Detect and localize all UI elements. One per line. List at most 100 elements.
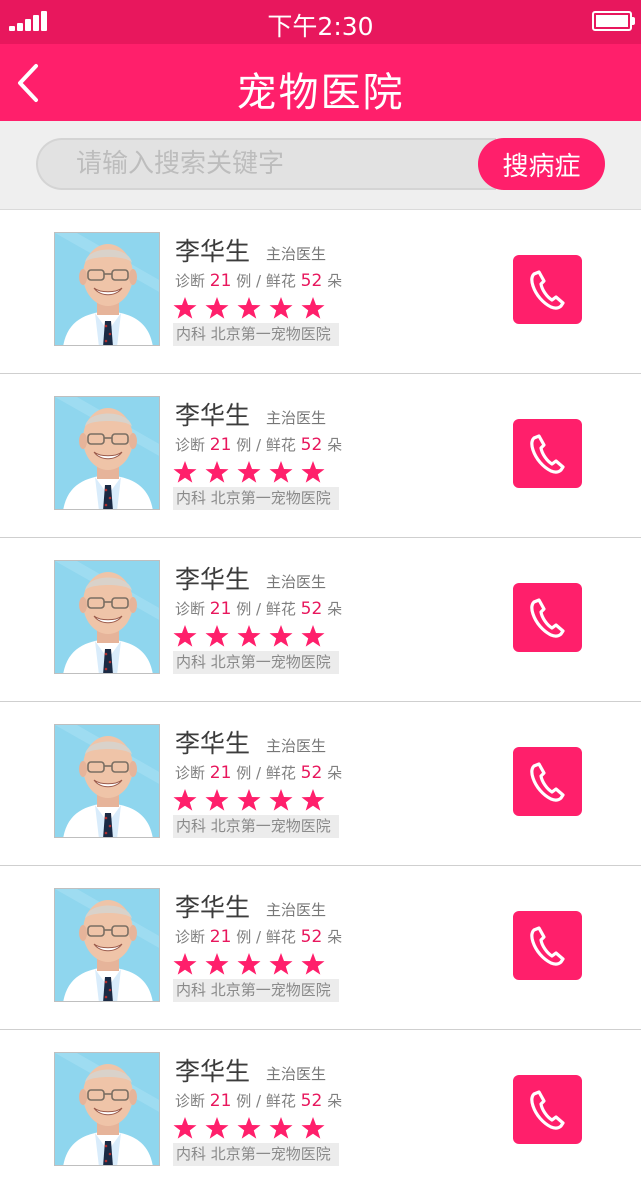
flower-unit: 朵	[327, 436, 343, 454]
case-unit: 例	[236, 272, 252, 290]
phone-icon	[530, 762, 565, 802]
nav-bar: 宠物医院	[0, 44, 641, 121]
star-icon	[205, 297, 229, 319]
doctor-title: 主治医生	[266, 1065, 327, 1083]
search-symptom-button[interactable]: 搜病症	[478, 138, 605, 190]
department-name: 内科	[176, 981, 207, 999]
call-button[interactable]	[513, 1075, 582, 1144]
doctor-name: 李华生	[175, 893, 251, 922]
list-item[interactable]: 李华生 主治医生 诊断 21 例 / 鲜花 52 朵 内科 北京第一宠物医院	[0, 1030, 641, 1192]
status-time: 下午2:30	[267, 12, 374, 41]
star-icon	[269, 953, 293, 975]
list-item[interactable]: 李华生 主治医生 诊断 21 例 / 鲜花 52 朵 内科 北京第一宠物医院	[0, 374, 641, 538]
flowers-label: 鲜花	[265, 600, 296, 618]
case-unit: 例	[236, 1092, 252, 1110]
stats-separator: /	[256, 436, 262, 454]
department-tag: 内科 北京第一宠物医院	[173, 651, 339, 674]
stats-separator: /	[256, 928, 262, 946]
doctor-name: 李华生	[175, 237, 251, 266]
flowers-label: 鲜花	[265, 272, 296, 290]
case-unit: 例	[236, 928, 252, 946]
doctor-title: 主治医生	[266, 245, 327, 263]
star-icon	[269, 297, 293, 319]
list-item[interactable]: 李华生 主治医生 诊断 21 例 / 鲜花 52 朵 内科 北京第一宠物医院	[0, 210, 641, 374]
doctor-name: 李华生	[175, 729, 251, 758]
stats-separator: /	[256, 1092, 262, 1110]
case-unit: 例	[236, 436, 252, 454]
department-name: 内科	[176, 325, 207, 343]
doctor-title: 主治医生	[266, 409, 327, 427]
flower-count: 52	[300, 927, 323, 947]
hospital-name: 北京第一宠物医院	[210, 489, 331, 507]
call-button[interactable]	[513, 747, 582, 816]
call-button[interactable]	[513, 255, 582, 324]
flower-count: 52	[300, 1091, 323, 1111]
star-icon	[237, 789, 261, 811]
doctor-stats: 诊断 21 例 / 鲜花 52 朵	[175, 926, 342, 947]
department-tag: 内科 北京第一宠物医院	[173, 1143, 339, 1166]
star-icon	[237, 461, 261, 483]
diagnosis-label: 诊断	[175, 436, 206, 454]
case-count: 21	[209, 599, 232, 619]
hospital-name: 北京第一宠物医院	[210, 1145, 331, 1163]
doctor-name: 李华生	[175, 401, 251, 430]
call-button[interactable]	[513, 911, 582, 980]
call-button[interactable]	[513, 583, 582, 652]
star-icon	[301, 789, 325, 811]
list-item[interactable]: 李华生 主治医生 诊断 21 例 / 鲜花 52 朵 内科 北京第一宠物医院	[0, 702, 641, 866]
star-icon	[205, 953, 229, 975]
star-icon	[173, 1117, 197, 1139]
doctor-list: 李华生 主治医生 诊断 21 例 / 鲜花 52 朵 内科 北京第一宠物医院 李…	[0, 210, 641, 1192]
list-item[interactable]: 李华生 主治医生 诊断 21 例 / 鲜花 52 朵 内科 北京第一宠物医院	[0, 538, 641, 702]
battery-icon	[592, 11, 636, 31]
department-tag: 内科 北京第一宠物医院	[173, 815, 339, 838]
stats-separator: /	[256, 764, 262, 782]
star-icon	[237, 953, 261, 975]
star-icon	[173, 625, 197, 647]
case-count: 21	[209, 435, 232, 455]
star-icon	[301, 953, 325, 975]
diagnosis-label: 诊断	[175, 928, 206, 946]
star-icon	[205, 461, 229, 483]
hospital-name: 北京第一宠物医院	[210, 325, 331, 343]
star-icon	[237, 1117, 261, 1139]
doctor-name: 李华生	[175, 1057, 251, 1086]
case-count: 21	[209, 271, 232, 291]
star-icon	[301, 625, 325, 647]
diagnosis-label: 诊断	[175, 1092, 206, 1110]
star-icon	[301, 1117, 325, 1139]
stats-separator: /	[256, 600, 262, 618]
call-button[interactable]	[513, 419, 582, 488]
star-icon	[301, 461, 325, 483]
stats-separator: /	[256, 272, 262, 290]
department-tag: 内科 北京第一宠物医院	[173, 487, 339, 510]
flower-unit: 朵	[327, 764, 343, 782]
doctor-stats: 诊断 21 例 / 鲜花 52 朵	[175, 1090, 342, 1111]
doctor-stats: 诊断 21 例 / 鲜花 52 朵	[175, 598, 342, 619]
doctor-stats: 诊断 21 例 / 鲜花 52 朵	[175, 762, 342, 783]
department-name: 内科	[176, 817, 207, 835]
department-tag: 内科 北京第一宠物医院	[173, 979, 339, 1002]
case-count: 21	[209, 763, 232, 783]
star-icon	[237, 297, 261, 319]
case-count: 21	[209, 927, 232, 947]
star-icon	[173, 789, 197, 811]
star-icon	[237, 625, 261, 647]
avatar	[54, 560, 160, 674]
search-input[interactable]	[36, 138, 496, 190]
search-bar: 搜病症	[0, 121, 641, 210]
hospital-name: 北京第一宠物医院	[210, 981, 331, 999]
flower-count: 52	[300, 435, 323, 455]
phone-icon	[530, 1090, 565, 1130]
diagnosis-label: 诊断	[175, 764, 206, 782]
department-tag: 内科 北京第一宠物医院	[173, 323, 339, 346]
list-item[interactable]: 李华生 主治医生 诊断 21 例 / 鲜花 52 朵 内科 北京第一宠物医院	[0, 866, 641, 1030]
diagnosis-label: 诊断	[175, 272, 206, 290]
star-icon	[269, 789, 293, 811]
phone-icon	[530, 434, 565, 474]
star-icon	[173, 953, 197, 975]
flowers-label: 鲜花	[265, 764, 296, 782]
diagnosis-label: 诊断	[175, 600, 206, 618]
doctor-title: 主治医生	[266, 737, 327, 755]
flowers-label: 鲜花	[265, 928, 296, 946]
